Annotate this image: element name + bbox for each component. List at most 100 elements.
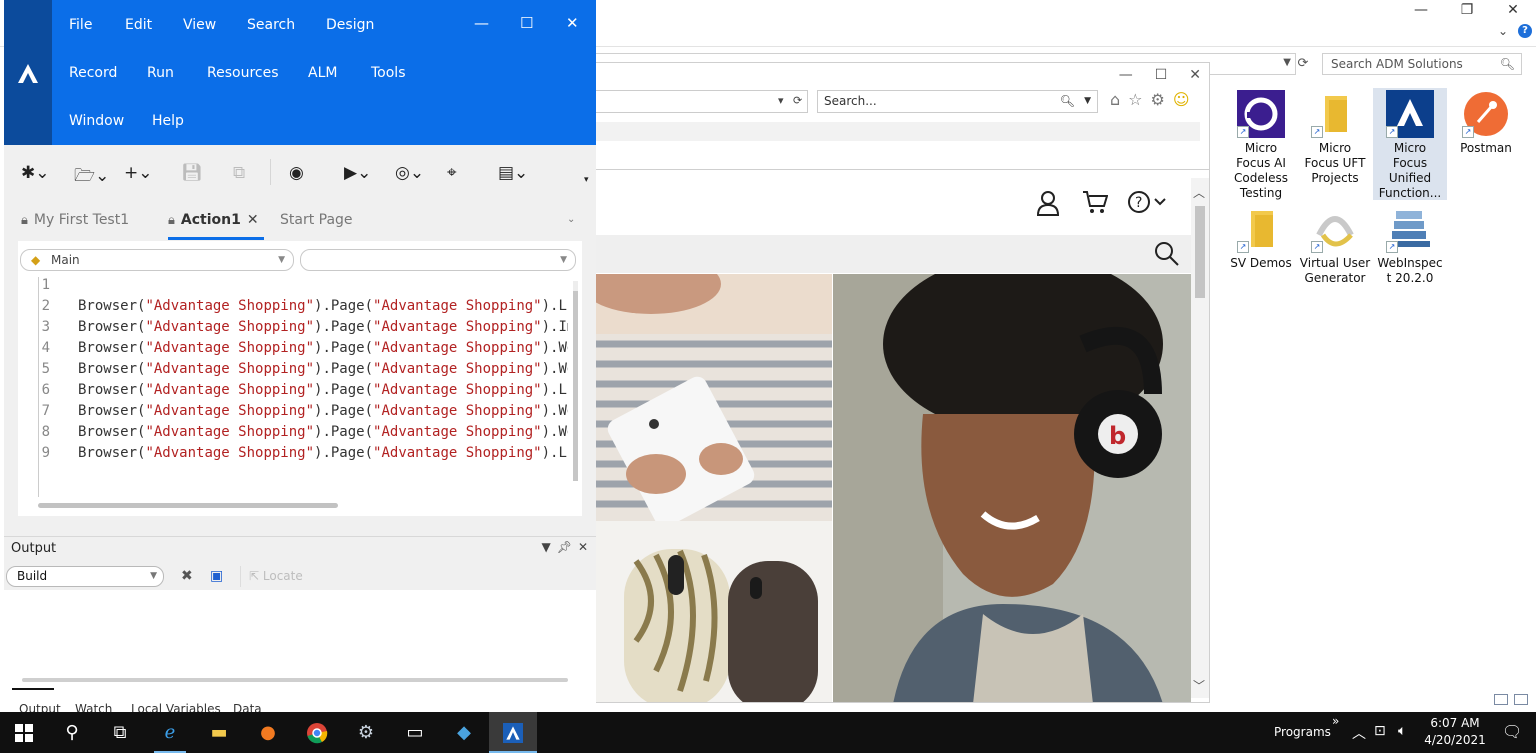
editor-horizontal-scrollbar[interactable] [26,503,562,509]
code-line[interactable]: 9 Browser("Advantage Shopping").Page("Adv… [18,445,568,466]
minimize-icon[interactable]: — [1119,67,1133,83]
shop-search-bar[interactable] [596,235,1192,273]
maximize-icon[interactable]: ☐ [1155,67,1168,83]
restore-icon[interactable]: ❐ [1444,0,1490,22]
close-icon[interactable]: ✕ [1189,67,1201,83]
pin-icon[interactable]: 📌︎ [557,540,572,554]
network-icon[interactable]: ⊡ [1374,723,1386,739]
home-icon[interactable]: ⌂ [1110,90,1120,109]
search-icon[interactable] [1154,241,1180,273]
desktop-icon-webinspect[interactable]: ↗ WebInspec t 20.2.0 [1373,203,1447,286]
code-line[interactable]: 6 Browser("Advantage Shopping").Page("Adv… [18,382,568,403]
object-selector[interactable]: ▼ [300,249,576,271]
menu-tools[interactable]: Tools [371,65,406,81]
chevron-up-icon[interactable]: ︿ [1193,184,1205,201]
locate-button[interactable]: ⇱ Locate [240,566,303,587]
start-windows-icon[interactable] [0,712,48,753]
editor-vertical-scrollbar[interactable] [573,281,578,481]
tab-data[interactable]: Data [233,702,262,712]
chevron-down-icon[interactable]: ▼ [1283,57,1291,68]
clear-output-icon[interactable]: ✖ [181,568,193,584]
close-icon[interactable]: ✕ [578,540,588,554]
help-menu-icon[interactable]: ? [1128,190,1168,220]
menu-design[interactable]: Design [326,17,374,33]
code-line[interactable]: 8 Browser("Advantage Shopping").Page("Adv… [18,424,568,445]
system-clock[interactable]: 6:07 AM 4/20/2021 [1420,715,1490,749]
output-horizontal-scrollbar[interactable] [22,678,568,682]
tab-watch[interactable]: Watch [75,702,112,712]
tab-local-variables[interactable]: Local Variables [131,702,221,712]
code-line[interactable]: 4 Browser("Advantage Shopping").Page("Adv… [18,340,568,361]
chevron-down-icon[interactable]: ﹀ [1193,677,1205,694]
scrollbar-thumb[interactable] [1195,206,1205,298]
tabs-overflow-icon[interactable]: ⌄ [567,214,575,225]
chevron-down-icon[interactable]: ⌄ [1498,24,1508,38]
tab-my-first-test1[interactable]: 🔒︎ My First Test1 [21,212,129,228]
chrome-icon[interactable] [293,712,341,753]
scope-selector[interactable]: ◆ Main ▼ [20,249,294,271]
code-line[interactable]: 3 Browser("Advantage Shopping").Page("Adv… [18,319,568,340]
menu-search[interactable]: Search [247,17,295,33]
menu-file[interactable]: File [69,17,92,33]
output-options-icon[interactable]: ▣ [210,568,223,584]
menu-resources[interactable]: Resources [207,65,279,81]
record-icon[interactable]: ◉ [289,163,304,183]
mouse-promo-image[interactable] [596,521,832,702]
minimize-icon[interactable]: — [1398,0,1444,22]
chevron-down-icon[interactable]: ▼ [278,250,285,270]
calendar-icon[interactable]: ▤⌄ [498,163,528,183]
code-line[interactable]: 2 Browser("Advantage Shopping").Page("Adv… [18,298,568,319]
feedback-smiley-icon[interactable]: ☺ [1173,90,1190,109]
minimize-icon[interactable]: — [474,14,489,32]
desktop-icon-virtual-user-generator[interactable]: ↗ Virtual User Generator [1298,203,1372,286]
tab-action1[interactable]: 🔒︎ Action1 ✕ [168,212,259,228]
chevron-down-icon[interactable]: ▼ [560,250,567,270]
menu-window[interactable]: Window [69,113,124,129]
save-all-icon[interactable]: ⧉ [233,163,245,183]
settings-gear-icon[interactable]: ⚙ [1151,90,1165,109]
close-tab-icon[interactable]: ✕ [247,212,259,228]
menu-record[interactable]: Record [69,65,117,81]
maximize-icon[interactable]: ☐ [520,14,533,32]
menu-run[interactable]: Run [147,65,174,81]
code-line[interactable]: 7 Browser("Advantage Shopping").Page("Adv… [18,403,568,424]
notifications-icon[interactable]: 🗨︎ [1502,722,1522,741]
details-view-icon[interactable] [1494,694,1508,705]
code-line[interactable]: 5 Browser("Advantage Shopping").Page("Adv… [18,361,568,382]
command-prompt-icon[interactable]: ▭ [391,712,439,753]
menu-edit[interactable]: Edit [125,17,152,33]
run-icon[interactable]: ▶⌄ [344,163,371,183]
explorer-search-input[interactable]: Search ADM Solutions 🔍︎ [1322,53,1522,75]
favorites-star-icon[interactable]: ☆ [1128,90,1142,109]
menu-view[interactable]: View [183,17,216,33]
sourcetree-icon[interactable]: ◆ [440,712,488,753]
new-test-icon[interactable]: ✱⌄ [21,163,50,183]
toolbar-overflow-icon[interactable]: ▾ [584,175,589,185]
desktop-icon-ai-codeless-testing[interactable]: ↗ Micro Focus AI Codeless Testing [1224,88,1298,201]
uft-taskbar-icon[interactable] [489,712,537,753]
search-icon[interactable]: ⚲ [48,712,96,753]
chevron-down-icon[interactable]: ▼ [541,540,550,554]
menu-alm[interactable]: ALM [308,65,337,81]
browser-search-input[interactable]: Search... 🔍︎ ▼ [817,90,1098,113]
open-folder-icon[interactable]: 🗁⌄ [74,163,109,192]
build-selector[interactable]: Build ▼ [6,566,164,587]
close-icon[interactable]: ✕ [566,14,579,32]
scrollbar-thumb[interactable] [38,503,338,508]
headphones-promo-image[interactable]: b [833,274,1191,702]
programs-toolbar[interactable]: Programs [1274,725,1331,739]
target-icon[interactable]: ⌖ [447,163,457,183]
shopping-cart-icon[interactable] [1082,190,1109,220]
refresh-icon[interactable]: ⟳ [793,94,802,107]
chevron-down-icon[interactable]: ▾ [778,94,784,107]
firefox-icon[interactable]: ● [244,712,292,753]
settings-gear-icon[interactable]: ⚙ [342,712,390,753]
chevron-down-icon[interactable]: ▼ [150,567,157,586]
file-explorer-icon[interactable]: ▬ [195,712,243,753]
code-line[interactable]: 1 [18,277,568,298]
volume-icon[interactable]: 🔈︎ [1398,723,1406,739]
toolbar-overflow-icon[interactable]: » [1332,714,1339,728]
large-icons-view-icon[interactable] [1514,694,1528,705]
tablet-promo-image[interactable] [596,274,832,521]
tab-start-page[interactable]: Start Page [280,212,353,228]
